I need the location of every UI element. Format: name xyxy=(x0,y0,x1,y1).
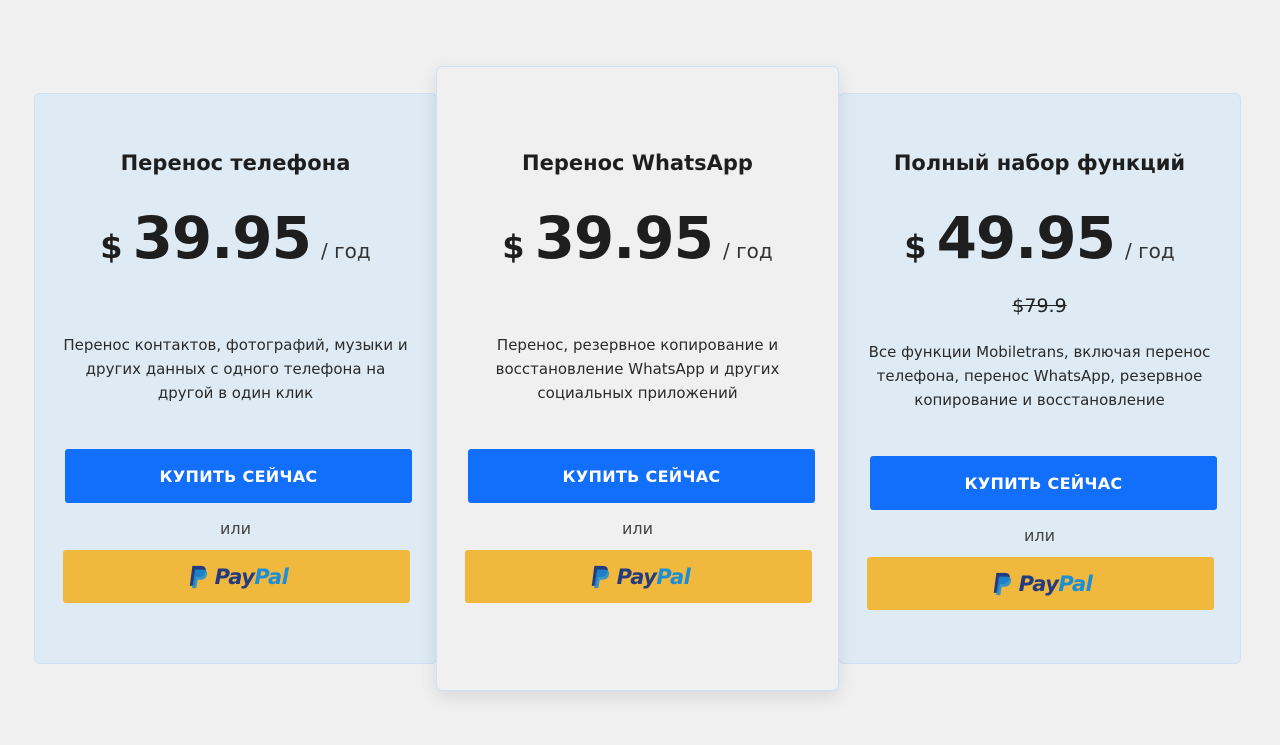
price-currency: $ xyxy=(502,228,525,266)
plan-card-full-features: Полный набор функций $ 49.95 / год $79.9… xyxy=(838,93,1241,664)
paypal-word-pay: Pay xyxy=(1018,571,1059,596)
price-period: / год xyxy=(723,239,773,263)
buy-now-button[interactable]: КУПИТЬ СЕЙЧАС xyxy=(468,449,815,503)
plan-title: Перенос WhatsApp xyxy=(522,151,753,175)
paypal-button[interactable]: PayPal xyxy=(465,550,812,603)
paypal-wordmark: PayPal xyxy=(1019,572,1093,596)
price-period: / год xyxy=(1125,239,1175,263)
plan-price: $ 39.95 / год xyxy=(35,204,436,272)
paypal-wordmark: PayPal xyxy=(617,565,691,589)
price-amount: 39.95 xyxy=(132,204,312,272)
plan-price: $ 39.95 / год xyxy=(437,204,838,272)
or-separator: или xyxy=(219,519,252,538)
paypal-word-pal: Pal xyxy=(656,564,691,589)
old-price: $79.9 xyxy=(1012,295,1067,317)
price-amount: 39.95 xyxy=(534,204,714,272)
or-separator: или xyxy=(1023,526,1056,545)
plan-card-phone-transfer: Перенос телефона $ 39.95 / год Перенос к… xyxy=(34,93,437,664)
pricing-section: Перенос телефона $ 39.95 / год Перенос к… xyxy=(0,0,1280,745)
price-currency: $ xyxy=(904,228,927,266)
buy-now-button[interactable]: КУПИТЬ СЕЙЧАС xyxy=(65,449,412,503)
paypal-logo-icon xyxy=(189,565,207,588)
plan-price: $ 49.95 / год xyxy=(839,204,1240,272)
or-separator: или xyxy=(621,519,654,538)
buy-now-button[interactable]: КУПИТЬ СЕЙЧАС xyxy=(870,456,1217,510)
price-currency: $ xyxy=(100,228,123,266)
price-period: / год xyxy=(321,239,371,263)
paypal-word-pal: Pal xyxy=(1058,571,1093,596)
paypal-button[interactable]: PayPal xyxy=(867,557,1214,610)
plan-title: Полный набор функций xyxy=(893,151,1186,175)
paypal-logo-icon xyxy=(591,565,609,588)
paypal-word-pay: Pay xyxy=(214,564,255,589)
plan-title: Перенос телефона xyxy=(120,151,351,175)
paypal-button[interactable]: PayPal xyxy=(63,550,410,603)
paypal-logo-icon xyxy=(993,572,1011,595)
paypal-word-pay: Pay xyxy=(616,564,657,589)
plan-description: Перенос контактов, фотографий, музыки и … xyxy=(63,336,408,402)
paypal-wordmark: PayPal xyxy=(215,565,289,589)
price-amount: 49.95 xyxy=(936,204,1116,272)
plan-description: Все функции Mobiletrans, включая перенос… xyxy=(868,343,1211,409)
plan-description: Перенос, резервное копирование и восстан… xyxy=(495,336,780,402)
plan-card-whatsapp-transfer: Перенос WhatsApp $ 39.95 / год Перенос, … xyxy=(436,66,839,691)
paypal-word-pal: Pal xyxy=(254,564,289,589)
